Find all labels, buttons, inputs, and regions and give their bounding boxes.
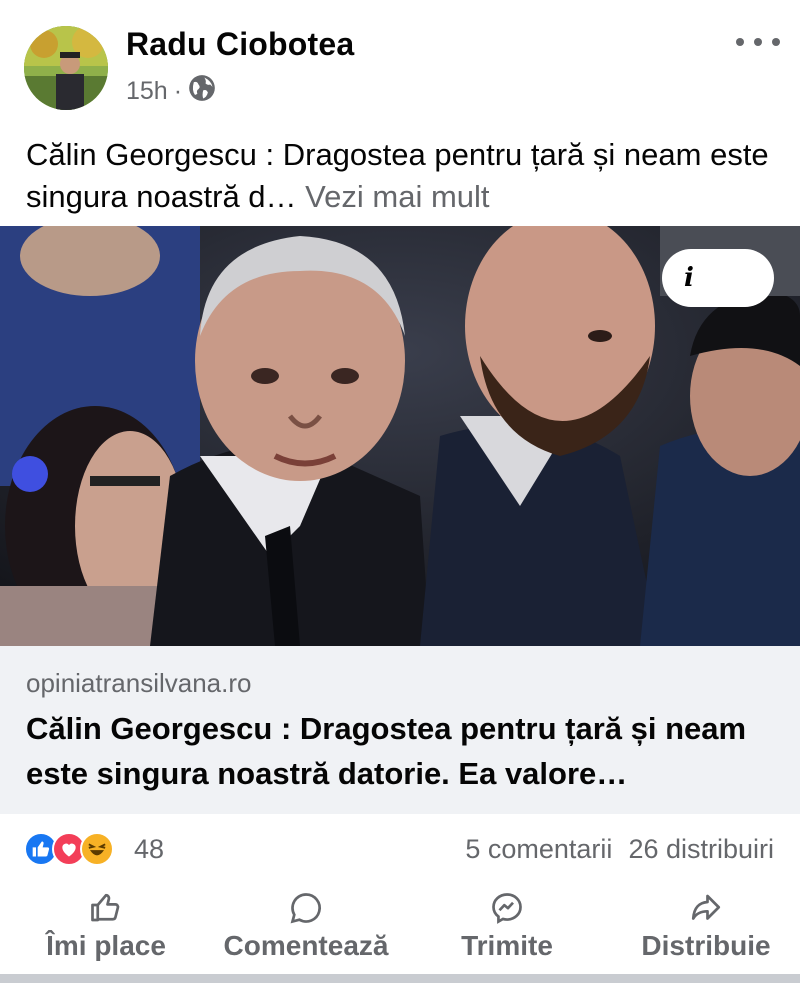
- like-button[interactable]: Îmi place: [38, 888, 174, 972]
- reactions-summary[interactable]: [24, 832, 114, 866]
- meta-separator: ·: [173, 77, 183, 105]
- post-meta: 15h ·: [126, 74, 216, 109]
- post-text: Călin Georgescu : Dragostea pentru țară …: [26, 134, 786, 218]
- reactions-count[interactable]: 48: [134, 834, 164, 865]
- comment-label: Comentează: [223, 930, 389, 961]
- send-label: Trimite: [461, 930, 553, 961]
- share-arrow-icon: [688, 888, 724, 928]
- haha-reaction-icon: [80, 832, 114, 866]
- post-header: Radu Ciobotea 15h ·: [0, 0, 800, 125]
- more-options-icon[interactable]: [736, 30, 780, 54]
- send-button[interactable]: Trimite: [452, 888, 562, 972]
- shares-count[interactable]: 26 distribuiri: [628, 834, 774, 865]
- avatar-image: [24, 26, 108, 110]
- comment-bubble-icon: [288, 888, 324, 928]
- comment-button[interactable]: Comentează: [214, 888, 398, 972]
- info-icon: i: [684, 263, 694, 293]
- engagement-stats: 5 comentarii 26 distribuiri: [465, 834, 774, 865]
- author-avatar[interactable]: [24, 26, 108, 110]
- action-bar: Îmi place Comentează Trimite Distribuie: [0, 888, 800, 972]
- share-label: Distribuie: [641, 930, 771, 961]
- info-button[interactable]: i: [662, 249, 774, 307]
- author-name[interactable]: Radu Ciobotea: [126, 26, 354, 63]
- share-button[interactable]: Distribuie: [636, 888, 776, 972]
- comments-count[interactable]: 5 comentarii: [465, 834, 612, 865]
- like-label: Îmi place: [46, 930, 166, 961]
- messenger-icon: [489, 888, 525, 928]
- globe-icon: [188, 74, 216, 109]
- bottom-separator: [0, 974, 800, 983]
- link-title[interactable]: Călin Georgescu : Dragostea pentru țară …: [26, 706, 786, 796]
- see-more-link[interactable]: Vezi mai mult: [305, 179, 489, 214]
- link-domain: opiniatransilvana.ro: [26, 668, 252, 698]
- post-time[interactable]: 15h: [126, 77, 168, 106]
- thumbs-up-icon: [88, 888, 124, 928]
